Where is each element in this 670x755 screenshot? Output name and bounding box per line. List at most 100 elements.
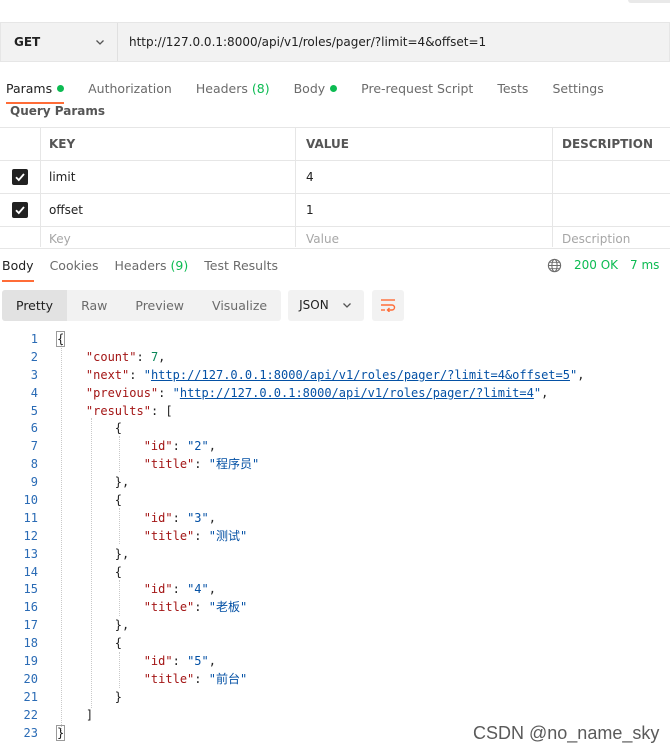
code-line: 10 { (0, 492, 670, 510)
json-string: "测试" (208, 528, 248, 543)
code-line: 17 }, (0, 617, 670, 635)
code-line: 12 "title": "测试" (0, 528, 670, 546)
tab-authorization-label: Authorization (88, 80, 172, 96)
tab-settings[interactable]: Settings (552, 81, 603, 96)
json-string: "前台" (208, 671, 248, 686)
row-check-cell (0, 227, 40, 248)
visualize-button[interactable]: Visualize (198, 290, 281, 321)
pretty-button[interactable]: Pretty (2, 289, 68, 321)
code-line: 11 "id": "3", (0, 510, 670, 528)
tab-body[interactable]: Body (294, 81, 338, 96)
json-key: "title" (143, 528, 195, 543)
tab-params[interactable]: Params (6, 80, 65, 104)
response-tab-headers-label: Headers (114, 257, 167, 273)
response-tab-headers[interactable]: Headers (9) (115, 258, 189, 273)
new-key-input[interactable]: Key (40, 227, 295, 247)
table-row: limit 4 (0, 160, 670, 193)
format-select[interactable]: JSON (288, 289, 365, 321)
param-checkbox[interactable] (12, 169, 28, 185)
json-string: "程序员" (208, 457, 260, 472)
table-row: offset 1 (0, 193, 670, 226)
response-body-code[interactable]: 1{ 2 "count": 7, 3 "next": "http://127.0… (0, 331, 670, 742)
tab-tests-label: Tests (497, 80, 529, 96)
line-number: 21 (23, 689, 38, 704)
code-line: 9 }, (0, 474, 670, 492)
json-key: "next" (85, 367, 130, 382)
raw-button[interactable]: Raw (67, 290, 121, 321)
json-brace: } (55, 724, 66, 741)
json-string: "2" (187, 439, 209, 454)
status-code[interactable]: 200 OK (574, 258, 618, 272)
header-key: KEY (40, 128, 295, 160)
line-number: 7 (30, 439, 38, 454)
watermark: CSDN @no_name_sky (473, 723, 660, 743)
code-line: 13 }, (0, 546, 670, 564)
params-table: KEY VALUE DESCRIPTION limit 4 offset 1 K… (0, 127, 670, 247)
json-string: "5" (187, 654, 209, 669)
line-number: 22 (23, 707, 38, 722)
line-number: 12 (23, 528, 38, 543)
url-input[interactable]: http://127.0.0.1:8000/api/v1/roles/pager… (118, 35, 486, 49)
param-description-cell[interactable] (552, 161, 670, 193)
view-mode-segment: Pretty Raw Preview Visualize (2, 289, 282, 321)
json-key: "title" (143, 671, 195, 686)
tab-prerequest-script[interactable]: Pre-request Script (361, 81, 473, 96)
code-line: 7 "id": "2", (0, 438, 670, 456)
globe-icon[interactable] (547, 258, 562, 273)
tab-headers[interactable]: Headers (8) (196, 81, 270, 96)
row-check-cell (0, 161, 40, 193)
response-time[interactable]: 7 ms (630, 258, 659, 272)
new-value-input[interactable]: Value (295, 227, 552, 247)
line-number: 3 (30, 367, 38, 382)
top-button-edge[interactable] (628, 0, 670, 3)
json-string: "老板" (208, 600, 248, 615)
wrap-lines-button[interactable] (372, 289, 405, 321)
params-header-row: KEY VALUE DESCRIPTION (0, 127, 670, 160)
line-number: 4 (30, 385, 38, 400)
json-string: "4" (187, 582, 209, 597)
response-tab-test-results-label: Test Results (204, 257, 278, 273)
param-value-cell[interactable]: 1 (295, 194, 552, 226)
param-description-cell[interactable] (552, 194, 670, 226)
line-number: 19 (23, 654, 38, 669)
url-bar: GET http://127.0.0.1:8000/api/v1/roles/p… (0, 22, 670, 62)
response-headers-count: (9) (170, 257, 189, 273)
param-key-cell[interactable]: offset (40, 194, 295, 226)
param-key-cell[interactable]: limit (40, 161, 295, 193)
json-string: "3" (187, 510, 209, 525)
json-link[interactable]: http://127.0.0.1:8000/api/v1/roles/pager… (151, 368, 570, 382)
line-number: 5 (30, 403, 38, 418)
line-number: 14 (23, 564, 38, 579)
response-bar: Body Cookies Headers (9) Test Results 20… (0, 248, 670, 282)
line-number: 2 (30, 349, 38, 364)
line-number: 17 (23, 618, 38, 633)
param-checkbox[interactable] (12, 202, 28, 218)
body-active-dot (330, 84, 338, 92)
response-tab-cookies-label: Cookies (49, 257, 99, 273)
tab-headers-label: Headers (195, 80, 248, 96)
tab-tests[interactable]: Tests (497, 81, 528, 96)
header-check-cell (0, 128, 40, 160)
response-tab-cookies[interactable]: Cookies (50, 258, 99, 273)
code-line: 21 } (0, 689, 670, 707)
params-active-dot (57, 84, 65, 92)
format-select-label: JSON (299, 298, 329, 312)
check-icon (15, 173, 25, 182)
response-tab-test-results[interactable]: Test Results (204, 258, 278, 273)
line-number: 13 (23, 546, 38, 561)
json-key: "results" (85, 403, 151, 418)
line-number: 11 (23, 510, 38, 525)
tab-params-label: Params (6, 80, 53, 96)
new-description-input[interactable]: Description (552, 227, 670, 247)
header-value: VALUE (295, 128, 552, 160)
preview-button[interactable]: Preview (121, 290, 198, 321)
method-select[interactable]: GET (1, 23, 118, 61)
tab-prerequest-label: Pre-request Script (361, 80, 474, 96)
code-line: 5 "results": [ (0, 403, 670, 421)
code-line: 20 "title": "前台" (0, 671, 670, 689)
json-link[interactable]: http://127.0.0.1:8000/api/v1/roles/pager… (180, 386, 534, 400)
response-tab-body[interactable]: Body (2, 258, 34, 282)
json-key: "id" (143, 439, 173, 454)
param-value-cell[interactable]: 4 (295, 161, 552, 193)
tab-authorization[interactable]: Authorization (88, 81, 172, 96)
